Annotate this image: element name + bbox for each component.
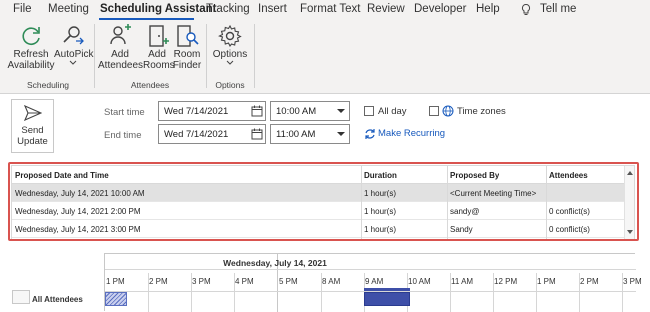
calendar-icon[interactable] xyxy=(251,105,263,117)
all-day-label: All day xyxy=(378,106,407,117)
hour-label: 5 PM xyxy=(279,277,298,286)
hour-label: 1 PM xyxy=(106,277,125,286)
start-time-value: 10:00 AM xyxy=(276,106,317,117)
chevron-down-icon xyxy=(69,60,77,65)
meeting-time-marker xyxy=(364,288,410,291)
hour-label: 9 AM xyxy=(365,277,384,286)
tab-review[interactable]: Review xyxy=(367,3,405,15)
room-finder-icon xyxy=(177,25,199,47)
hour-label: 8 AM xyxy=(322,277,341,286)
recurring-icon xyxy=(365,129,375,139)
hour-gridline xyxy=(493,273,494,312)
end-date-field[interactable]: Wed 7/14/2021 xyxy=(158,124,266,144)
options-button[interactable]: Options xyxy=(210,24,250,67)
end-time-value: 11:00 AM xyxy=(276,129,316,140)
hour-gridline xyxy=(234,273,235,312)
send-update-button[interactable]: Send Update xyxy=(11,99,54,153)
time-zones-label: Time zones xyxy=(457,106,506,117)
hour-label: 2 PM xyxy=(580,277,599,286)
group-label-scheduling: Scheduling xyxy=(26,80,70,90)
add-rooms-button[interactable]: Add Rooms xyxy=(143,24,175,71)
hour-gridline xyxy=(450,273,451,312)
all-attendees-label: All Attendees xyxy=(32,295,83,304)
start-time-label: Start time xyxy=(104,107,145,118)
hour-label: 11 AM xyxy=(451,277,474,286)
hour-gridline xyxy=(579,273,580,312)
tab-developer[interactable]: Developer xyxy=(414,3,466,15)
meeting-time-block[interactable] xyxy=(364,292,410,306)
door-icon xyxy=(149,25,169,47)
tab-tracking[interactable]: Tracking xyxy=(206,3,250,15)
send-label-line1: Send xyxy=(21,125,44,136)
scheduling-grid[interactable]: Wednesday, July 14, 2021 1 PM 2 PM 3 PM … xyxy=(104,253,642,312)
end-time-label: End time xyxy=(104,130,142,141)
hour-label: 12 PM xyxy=(494,277,518,286)
refresh-label-line2: Availability xyxy=(7,60,55,71)
hour-label: 2 PM xyxy=(149,277,168,286)
hour-label: 3 PM xyxy=(623,277,642,286)
schedule-date: Wednesday, July 14, 2021 xyxy=(223,258,327,268)
tell-me-search[interactable]: Tell me xyxy=(540,3,576,15)
tentative-busy-block xyxy=(105,292,127,306)
tab-help[interactable]: Help xyxy=(476,3,500,15)
add-attendees-label-line2: Attendees xyxy=(98,60,144,71)
ribbon-separator xyxy=(254,24,255,88)
room-finder-label-line1: Room xyxy=(173,49,201,60)
globe-icon xyxy=(442,105,454,117)
room-finder-label-line2: Finder xyxy=(172,60,202,71)
hour-gridline xyxy=(191,273,192,312)
send-icon xyxy=(23,105,42,121)
chevron-down-icon xyxy=(337,132,345,136)
add-person-icon xyxy=(110,24,131,45)
group-label-options: Options xyxy=(215,80,245,90)
calendar-icon[interactable] xyxy=(251,128,263,140)
magnifier-arrow-icon xyxy=(63,26,84,45)
time-zones-checkbox[interactable] xyxy=(429,106,439,116)
chevron-down-icon xyxy=(226,60,234,65)
ribbon: Refresh Availability AutoPick Scheduling… xyxy=(0,20,650,94)
refresh-availability-button[interactable]: Refresh Availability xyxy=(6,24,56,71)
start-date-field[interactable]: Wed 7/14/2021 xyxy=(158,101,266,121)
ribbon-separator xyxy=(94,24,95,88)
chevron-down-icon xyxy=(337,109,345,113)
grid-line xyxy=(105,269,636,270)
start-time-dropdown[interactable]: 10:00 AM xyxy=(270,101,350,121)
ribbon-separator xyxy=(206,24,207,88)
end-date-value: Wed 7/14/2021 xyxy=(164,129,229,140)
all-attendees-toggle[interactable] xyxy=(12,290,30,304)
gear-icon xyxy=(218,24,242,48)
lightbulb-icon xyxy=(521,3,531,15)
end-time-dropdown[interactable]: 11:00 AM xyxy=(270,124,350,144)
add-attendees-button[interactable]: Add Attendees xyxy=(98,24,144,71)
add-rooms-label-line2: Rooms xyxy=(143,60,175,71)
refresh-label-line1: Refresh xyxy=(13,49,49,60)
options-label: Options xyxy=(212,49,248,60)
refresh-icon xyxy=(22,27,40,45)
tab-insert[interactable]: Insert xyxy=(258,3,287,15)
tab-meeting[interactable]: Meeting xyxy=(48,3,89,15)
autopick-button[interactable]: AutoPick xyxy=(54,24,94,67)
tab-format-text[interactable]: Format Text xyxy=(300,3,361,15)
hour-label: 10 AM xyxy=(408,277,431,286)
hour-gridline xyxy=(622,273,623,312)
autopick-label: AutoPick xyxy=(54,49,94,60)
add-attendees-label-line1: Add xyxy=(111,49,129,60)
menu-bar: File Meeting Scheduling Assistant Tracki… xyxy=(0,0,650,20)
tab-file[interactable]: File xyxy=(13,3,32,15)
start-date-value: Wed 7/14/2021 xyxy=(164,106,229,117)
hour-label: 1 PM xyxy=(537,277,556,286)
all-day-checkbox[interactable] xyxy=(364,106,374,116)
group-label-attendees: Attendees xyxy=(130,80,170,90)
send-label-line2: Update xyxy=(17,136,48,147)
hour-label: 3 PM xyxy=(192,277,211,286)
highlight-box xyxy=(8,162,639,241)
make-recurring-link[interactable]: Make Recurring xyxy=(378,128,445,139)
hour-label: 4 PM xyxy=(235,277,254,286)
hour-gridline xyxy=(536,273,537,312)
tab-scheduling-assistant[interactable]: Scheduling Assistant xyxy=(100,3,217,15)
add-rooms-label-line1: Add xyxy=(148,49,166,60)
room-finder-button[interactable]: Room Finder xyxy=(171,24,203,71)
hour-gridline xyxy=(321,273,322,312)
hour-gridline xyxy=(148,273,149,312)
